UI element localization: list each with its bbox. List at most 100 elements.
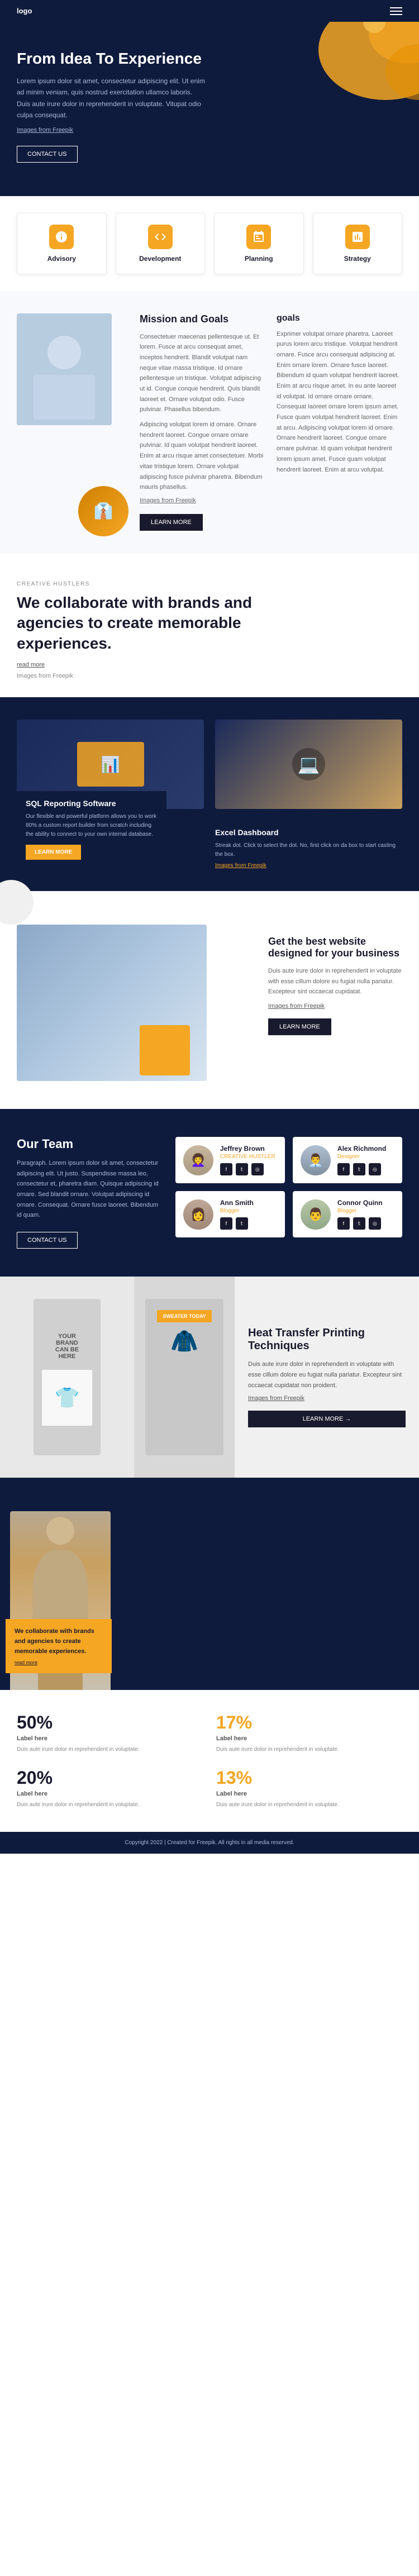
best-website-image-area [17,925,257,1081]
mission-content: Mission and Goals Consectetuer maecenas … [140,313,265,531]
stat-item-50: 50% Label here Duis aute irure dolor in … [17,1712,203,1754]
ann-facebook[interactable]: f [220,1217,232,1230]
heat-transfer-link[interactable]: Images from Freepik [248,1395,406,1402]
mission-image-link[interactable]: Images from Freepik [140,497,265,504]
collaborate-tag: CREATIVE HUSTLERS [17,581,402,587]
best-website-section: Get the best website designed for your b… [0,891,419,1109]
collaborate-read-more[interactable]: read more [17,661,402,668]
quote-section: We collaborate with brands and agencies … [0,1478,419,1690]
quote-text: We collaborate with brands and agencies … [15,1627,103,1656]
hero-title: From Idea To Experience [17,50,218,68]
best-website-inner: Get the best website designed for your b… [17,925,402,1081]
services-section: Advisory Development Planning Strategy [0,196,419,291]
alex-facebook[interactable]: f [337,1163,350,1175]
header: logo [0,0,419,22]
strategy-icon [345,225,370,249]
jeffrey-facebook[interactable]: f [220,1163,232,1175]
excel-product-image: 💻 [215,720,402,809]
strategy-label: Strategy [321,255,394,263]
connor-role: Blogger [337,1208,383,1214]
stat-label-50: Label here [17,1735,203,1742]
mission-section: 👔 Mission and Goals Consectetuer maecena… [0,291,419,553]
stat-desc-17: Duis aute irure dolor in reprehenderit i… [216,1745,402,1754]
connor-twitter[interactable]: 𝕥 [353,1217,365,1230]
mission-title: Mission and Goals [140,313,265,325]
connor-facebook[interactable]: f [337,1217,350,1230]
goals-title: goals [277,313,402,323]
jeffrey-name: Jeffrey Brown [220,1145,275,1153]
team-card-connor: 👨 Connor Quinn Blogger f 𝕥 ◎ [293,1191,402,1237]
ann-twitter[interactable]: 𝕥 [236,1217,248,1230]
mission-main-image [17,313,112,425]
product-card-sql: 📊 SQL Reporting Software Our flexible an… [17,720,204,869]
collaborate-image-link: Images from Freepik [17,673,73,679]
advisory-icon [49,225,74,249]
hero-image-link[interactable]: Images from Freepik [17,127,402,134]
team-contact-button[interactable]: CONTACT US [17,1232,78,1249]
service-card-planning[interactable]: Planning [214,213,304,274]
service-card-strategy[interactable]: Strategy [313,213,403,274]
alex-instagram[interactable]: ◎ [369,1163,381,1175]
jeffrey-role: CREATIVE HUSTLER [220,1154,275,1160]
jeffrey-social: f 𝕥 ◎ [220,1163,275,1175]
alex-info: Alex Richmond Designer f 𝕥 ◎ [337,1145,386,1175]
ann-info: Ann Smith Blogger f 𝕥 [220,1199,254,1230]
stat-item-17: 17% Label here Duis aute irure dolor in … [216,1712,402,1754]
heat-transfer-title: Heat Transfer Printing Techniques [248,1327,406,1353]
mission-small-image: 👔 [78,486,128,536]
connor-name: Connor Quinn [337,1199,383,1207]
mission-body2: Adipiscing volutpat lorem id ornare. Orn… [140,420,265,493]
excel-image-link[interactable]: Images from Freepik [215,863,402,869]
stats-grid: 50% Label here Duis aute irure dolor in … [17,1712,402,1810]
stat-label-13: Label here [216,1791,402,1797]
heat-transfer-description: Duis aute irure dolor in reprehenderit i… [248,1359,406,1391]
best-website-content: Get the best website designed for your b… [257,925,402,1035]
stat-number-20: 20% [17,1768,203,1788]
heat-transfer-middle-image: SWEATER TODAY 🧥 [134,1277,235,1478]
mission-body1: Consectetuer maecenas pellentesque ut. E… [140,332,265,416]
team-card-jeffrey: 👩‍🦱 Jeffrey Brown CREATIVE HUSTLER f 𝕥 ◎ [175,1137,285,1183]
stat-desc-50: Duis aute irure dolor in reprehenderit i… [17,1745,203,1754]
ann-name: Ann Smith [220,1199,254,1207]
ann-social: f 𝕥 [220,1217,254,1230]
alex-social: f 𝕥 ◎ [337,1163,386,1175]
team-description: Paragraph. Lorem ipsum dolor sit amet, c… [17,1158,159,1221]
sql-product-overlay: SQL Reporting Software Our flexible and … [17,791,166,869]
team-card-ann: 👩 Ann Smith Blogger f 𝕥 [175,1191,285,1237]
quote-text-box: We collaborate with brands and agencies … [6,1619,112,1673]
team-title: Our Team [17,1137,159,1151]
service-card-advisory[interactable]: Advisory [17,213,107,274]
logo: logo [17,7,32,15]
stat-item-20: 20% Label here Duis aute irure dolor in … [17,1768,203,1810]
quote-attribution[interactable]: read more [15,1660,103,1665]
sql-learn-more-button[interactable]: LEARN MORE [26,845,81,860]
team-card-alex: 👨‍💼 Alex Richmond Designer f 𝕥 ◎ [293,1137,402,1183]
stats-section: 50% Label here Duis aute irure dolor in … [0,1690,419,1832]
development-label: Development [124,255,197,263]
footer-text: Copyright 2022 | Created for Freepik. Al… [125,1840,294,1846]
stat-label-20: Label here [17,1791,203,1797]
stat-number-13: 13% [216,1768,402,1788]
connor-instagram[interactable]: ◎ [369,1217,381,1230]
heat-transfer-learn-more-button[interactable]: LEARN MORE → [248,1411,406,1427]
best-website-learn-more-button[interactable]: LEARN MORE [268,1018,331,1035]
jeffrey-twitter[interactable]: 𝕥 [236,1163,248,1175]
best-website-image-link[interactable]: Images from Freepik [268,1003,402,1010]
development-icon [148,225,173,249]
heat-transfer-content: Heat Transfer Printing Techniques Duis a… [235,1277,419,1478]
jeffrey-avatar: 👩‍🦱 [183,1145,213,1175]
jeffrey-instagram[interactable]: ◎ [251,1163,264,1175]
stat-label-17: Label here [216,1735,402,1742]
heat-transfer-section: YOURBRANDCAN BEHERE 👕 SWEATER TODAY 🧥 He… [0,1277,419,1478]
sql-product-description: Our flexible and powerful platform allow… [26,812,158,839]
mission-learn-more-button[interactable]: LEARN MORE [140,514,203,531]
alex-twitter[interactable]: 𝕥 [353,1163,365,1175]
best-website-description: Duis aute irure dolor in reprehenderit i… [268,966,402,997]
team-members-grid: 👩‍🦱 Jeffrey Brown CREATIVE HUSTLER f 𝕥 ◎… [175,1137,402,1249]
hamburger-menu[interactable] [390,7,402,15]
contact-us-button[interactable]: CONTACT US [17,146,78,163]
excel-product-description: Streak dot. Click to select the dot. No,… [215,841,402,859]
connor-social: f 𝕥 ◎ [337,1217,383,1230]
hero-section: From Idea To Experience Lorem ipsum dolo… [0,22,419,196]
service-card-development[interactable]: Development [116,213,206,274]
